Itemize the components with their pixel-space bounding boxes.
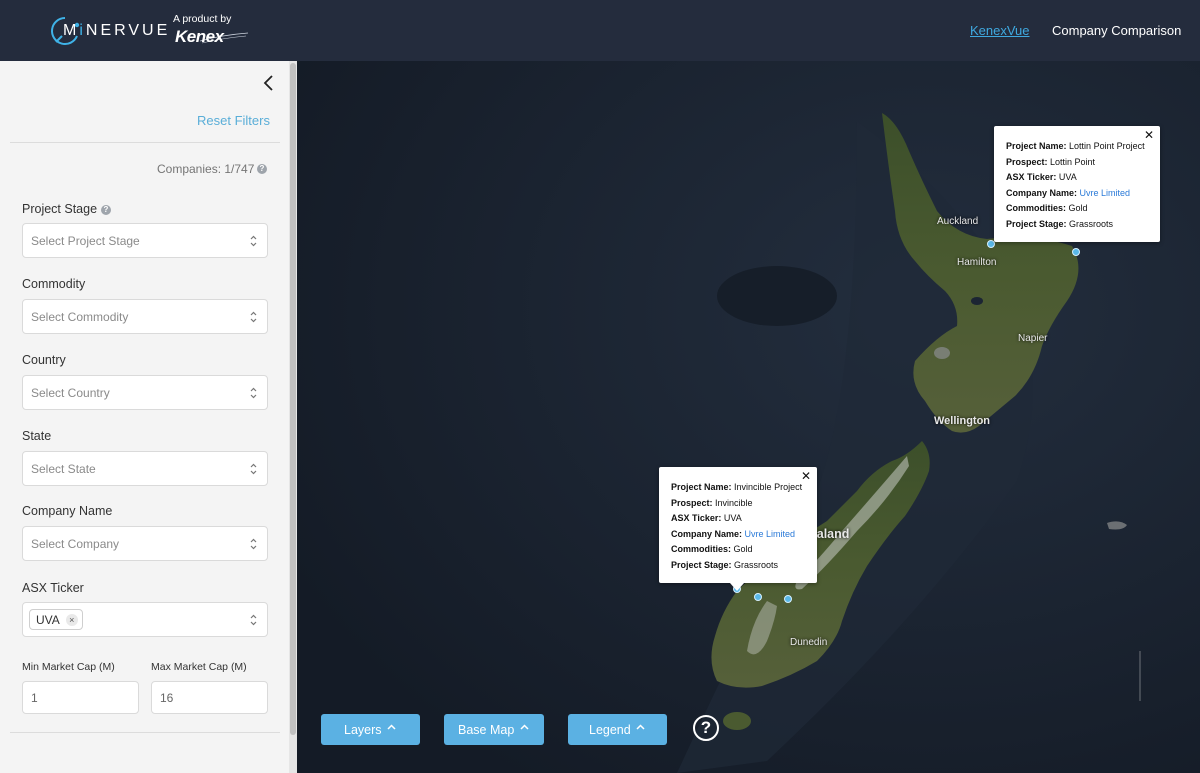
base-map-button[interactable]: Base Map	[444, 714, 544, 745]
country-label: Country	[22, 353, 66, 367]
project-popup: ✕ Project Name: Invincible Project Prosp…	[659, 467, 817, 583]
map-label-dunedin: Dunedin	[790, 637, 828, 648]
select-placeholder: Select Country	[31, 386, 110, 400]
reset-filters-button[interactable]: Reset Filters	[197, 113, 270, 128]
popup-field-label: Prospect:	[1006, 157, 1048, 167]
popup-project-name: Lottin Point Project	[1069, 141, 1145, 151]
select-placeholder: Select State	[31, 462, 96, 476]
popup-field-label: Commodities:	[1006, 203, 1067, 213]
chevron-up-icon	[387, 724, 396, 730]
chevron-left-icon[interactable]	[261, 74, 277, 92]
popup-asx-ticker: UVA	[1058, 172, 1077, 182]
up-down-arrows-icon	[250, 463, 257, 475]
help-icon[interactable]: ?	[101, 205, 111, 215]
map-marker-icon[interactable]	[754, 593, 762, 601]
question-circle-icon[interactable]: ?	[693, 715, 719, 741]
asx-ticker-select[interactable]: UVA ×	[22, 602, 268, 637]
popup-asx-ticker: UVA	[723, 513, 742, 523]
select-placeholder: Select Project Stage	[31, 234, 140, 248]
up-down-arrows-icon	[250, 235, 257, 247]
help-icon[interactable]: ?	[257, 164, 267, 174]
close-icon[interactable]: ✕	[1144, 128, 1154, 142]
popup-project-stage: Grassroots	[734, 560, 779, 570]
min-market-cap-input[interactable]: 1	[22, 681, 139, 714]
remove-tag-icon[interactable]: ×	[65, 613, 78, 626]
select-placeholder: Select Company	[31, 537, 120, 551]
state-select[interactable]: Select State	[22, 451, 268, 486]
selected-ticker-tag: UVA ×	[29, 609, 83, 630]
product-by-text: A product by	[173, 13, 232, 25]
up-down-arrows-icon	[250, 614, 257, 626]
popup-field-label: ASX Ticker:	[1006, 172, 1057, 182]
min-market-cap-label: Min Market Cap (M)	[22, 661, 115, 673]
commodity-label: Commodity	[22, 277, 86, 291]
popup-project-name: Invincible Project	[734, 482, 803, 492]
country-select[interactable]: Select Country	[22, 375, 268, 410]
map-marker-icon[interactable]	[784, 595, 792, 603]
popup-field-label: Project Name:	[1006, 141, 1067, 151]
project-popup: ✕ Project Name: Lottin Point Project Pro…	[994, 126, 1160, 242]
button-label: Layers	[344, 723, 382, 737]
select-placeholder: Select Commodity	[31, 310, 129, 324]
popup-project-stage: Grassroots	[1069, 219, 1114, 229]
chevron-up-icon	[636, 724, 645, 730]
asx-ticker-label: ASX Ticker	[22, 581, 84, 595]
map-marker-icon[interactable]	[1072, 248, 1080, 256]
popup-commodities: Gold	[1068, 203, 1088, 213]
popup-company-link[interactable]: Uvre Limited	[1080, 188, 1131, 198]
nav-company-comparison-link[interactable]: Company Comparison	[1052, 23, 1181, 38]
input-value: 1	[31, 691, 38, 705]
project-stage-label: Project Stage	[22, 202, 98, 216]
popup-prospect: Lottin Point	[1050, 157, 1096, 167]
chevron-up-icon	[520, 724, 529, 730]
legend-button[interactable]: Legend	[568, 714, 667, 745]
button-label: Legend	[589, 723, 631, 737]
map-label-auckland: Auckland	[937, 216, 979, 227]
map-label-wellington: Wellington	[934, 415, 991, 427]
map-label-hamilton: Hamilton	[957, 257, 997, 268]
project-stage-select[interactable]: Select Project Stage	[22, 223, 268, 258]
popup-field-label: ASX Ticker:	[671, 513, 722, 523]
sidebar-divider	[10, 142, 280, 143]
popup-field-label: Company Name:	[671, 529, 743, 539]
popup-prospect: Invincible	[715, 498, 753, 508]
commodity-select[interactable]: Select Commodity	[22, 299, 268, 334]
app-logo[interactable]: MiNERVUE	[63, 22, 170, 40]
company-name-label: Company Name	[22, 504, 113, 518]
close-icon[interactable]: ✕	[801, 469, 811, 483]
popup-commodities: Gold	[733, 544, 753, 554]
kenex-logo: Kenex	[175, 27, 224, 46]
map-view[interactable]: Auckland Hamilton Napier Wellington New …	[297, 61, 1200, 773]
popup-company-link[interactable]: Uvre Limited	[745, 529, 796, 539]
popup-pointer	[730, 583, 744, 591]
layers-button[interactable]: Layers	[321, 714, 420, 745]
logo-letter-m: M	[63, 22, 80, 39]
logo-letters: NERVUE	[85, 22, 171, 39]
popup-field-label: Project Stage:	[671, 560, 732, 570]
sidebar-divider	[10, 732, 280, 733]
top-bar: MiNERVUE A product by Kenex KenexVue Com…	[0, 0, 1200, 61]
popup-field-label: Commodities:	[671, 544, 732, 554]
companies-count: Companies: 1/747	[157, 162, 255, 176]
up-down-arrows-icon	[250, 538, 257, 550]
popup-field-label: Company Name:	[1006, 188, 1078, 198]
tag-label: UVA	[36, 612, 60, 627]
popup-field-label: Project Stage:	[1006, 219, 1067, 229]
popup-field-label: Project Name:	[671, 482, 732, 492]
popup-field-label: Prospect:	[671, 498, 713, 508]
max-market-cap-input[interactable]: 16	[151, 681, 268, 714]
button-label: Base Map	[458, 723, 515, 737]
sidebar-scroll-thumb[interactable]	[290, 63, 296, 735]
map-label-napier: Napier	[1018, 333, 1048, 344]
up-down-arrows-icon	[250, 311, 257, 323]
max-market-cap-label: Max Market Cap (M)	[151, 661, 247, 673]
nav-kenexvue-link[interactable]: KenexVue	[970, 23, 1030, 38]
input-value: 16	[160, 691, 174, 705]
up-down-arrows-icon	[250, 387, 257, 399]
company-name-select[interactable]: Select Company	[22, 526, 268, 561]
state-label: State	[22, 429, 52, 443]
